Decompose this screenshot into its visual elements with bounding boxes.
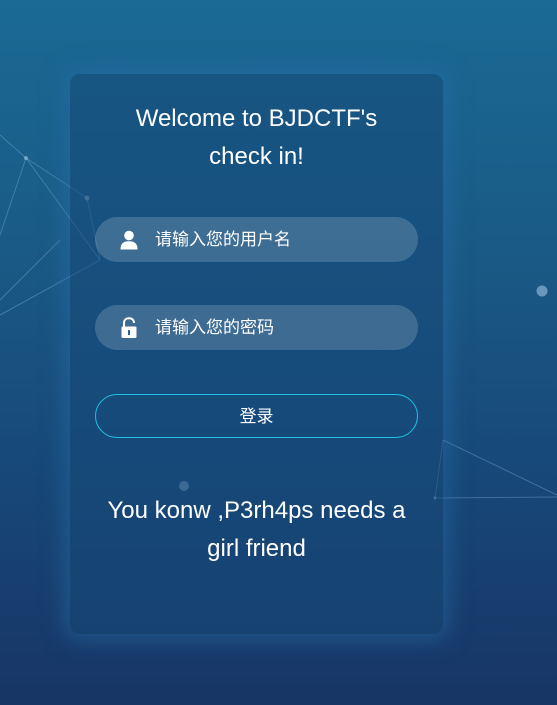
user-icon [119,229,139,251]
hint-message-line-1: You konw ,P3rh4ps needs a [107,497,406,524]
username-field[interactable] [95,217,418,262]
hint-message-line-2: girl friend [207,535,306,562]
login-button[interactable]: 登录 [95,394,418,438]
welcome-line-1: Welcome to BJDCTF's [135,105,378,132]
username-input[interactable] [155,229,418,250]
password-input[interactable] [155,317,418,338]
welcome-line-2: check in! [209,143,304,170]
password-field[interactable] [95,305,418,350]
welcome-heading: Welcome to BJDCTF's check in! [70,100,443,176]
lock-icon [119,316,139,339]
hint-message: You konw ,P3rh4ps needs a girl friend [70,492,443,568]
login-card: Welcome to BJDCTF's check in! 登录 You kon… [70,74,443,634]
